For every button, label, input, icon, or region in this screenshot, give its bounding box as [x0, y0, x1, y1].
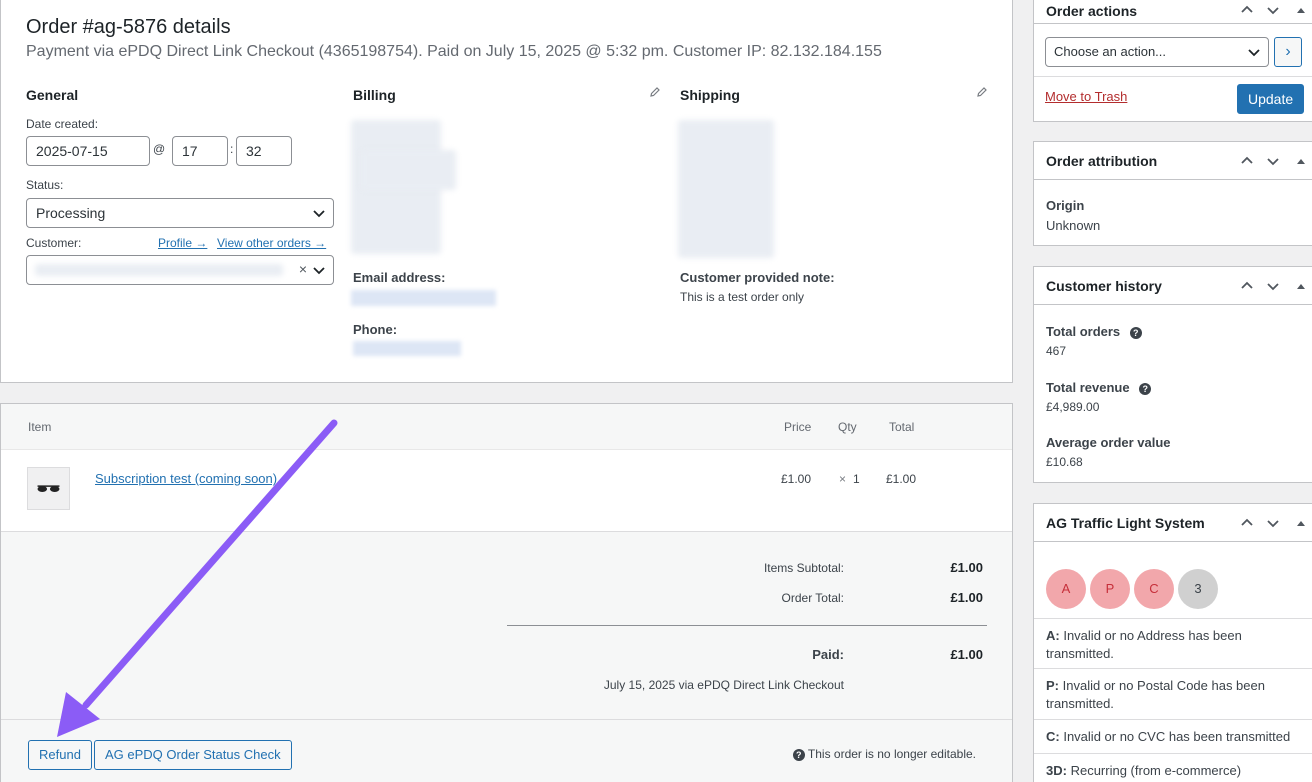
chevron-up-icon[interactable]: [1240, 3, 1254, 17]
legend-postcode: P: Invalid or no Postal Code has been tr…: [1034, 668, 1312, 719]
total-orders-label: Total orders ?: [1046, 324, 1142, 339]
legend-text: Invalid or no Postal Code has been trans…: [1046, 678, 1265, 711]
traffic-light-box: AG Traffic Light System A P C 3 A: Inval…: [1033, 503, 1312, 782]
chevron-down-icon[interactable]: [1266, 279, 1280, 293]
aov-value: £10.68: [1046, 455, 1083, 469]
legend-key: C:: [1046, 729, 1060, 744]
help-icon[interactable]: ?: [1139, 383, 1152, 395]
origin-value: Unknown: [1046, 218, 1101, 233]
move-to-trash-link[interactable]: Move to Trash: [1045, 89, 1127, 104]
legend-cvc: C: Invalid or no CVC has been transmitte…: [1034, 719, 1312, 752]
circle-postcode: P: [1090, 569, 1130, 609]
chevron-down-icon[interactable]: [1266, 154, 1280, 168]
total-revenue-label-text: Total revenue: [1046, 380, 1130, 395]
order-actions-title: Order actions: [1046, 3, 1138, 19]
chevron-up-icon[interactable]: [1240, 279, 1254, 293]
collapse-triangle-icon[interactable]: [1294, 154, 1308, 168]
total-revenue-label: Total revenue ?: [1046, 380, 1152, 395]
order-actions-header: Order actions: [1034, 0, 1312, 24]
legend-text: Invalid or no CVC has been transmitted: [1063, 729, 1291, 744]
customer-history-header: Customer history: [1034, 267, 1312, 305]
order-attribution-header: Order attribution: [1034, 142, 1312, 180]
circle-address: A: [1046, 569, 1086, 609]
total-orders-value: 467: [1046, 344, 1067, 358]
customer-history-box: Customer history Total orders ? 467 Tota…: [1033, 266, 1312, 483]
apply-action-button[interactable]: ›: [1274, 37, 1302, 67]
legend-text: Recurring (from e-commerce): [1070, 763, 1242, 778]
customer-history-title: Customer history: [1046, 278, 1162, 294]
chevron-down-icon[interactable]: [1266, 3, 1280, 17]
legend-address: A: Invalid or no Address has been transm…: [1034, 618, 1312, 669]
collapse-triangle-icon[interactable]: [1294, 279, 1308, 293]
order-attribution-title: Order attribution: [1046, 153, 1158, 169]
help-icon[interactable]: ?: [1129, 327, 1142, 339]
chevron-down-icon: [1248, 49, 1260, 57]
order-attribution-box: Order attribution Origin Unknown: [1033, 141, 1312, 246]
aov-label: Average order value: [1046, 435, 1171, 450]
divider: [1034, 76, 1312, 77]
traffic-light-title: AG Traffic Light System: [1046, 515, 1205, 531]
total-orders-label-text: Total orders: [1046, 324, 1121, 339]
total-revenue-value: £4,989.00: [1046, 400, 1100, 414]
circle-3d: 3: [1178, 569, 1218, 609]
chevron-up-icon[interactable]: [1240, 516, 1254, 530]
collapse-triangle-icon[interactable]: [1294, 3, 1308, 17]
legend-3d: 3D: Recurring (from e-commerce): [1034, 753, 1312, 782]
chevron-down-icon[interactable]: [1266, 516, 1280, 530]
legend-key: A:: [1046, 628, 1060, 643]
legend-key: 3D:: [1046, 763, 1067, 778]
traffic-light-header: AG Traffic Light System: [1034, 504, 1312, 542]
collapse-triangle-icon[interactable]: [1294, 516, 1308, 530]
circle-cvc: C: [1134, 569, 1174, 609]
order-action-select[interactable]: Choose an action...: [1045, 37, 1269, 67]
legend-key: P:: [1046, 678, 1059, 693]
update-button[interactable]: Update: [1237, 84, 1305, 114]
order-actions-box: Order actions Choose an action... › Move…: [1033, 0, 1312, 122]
order-action-value: Choose an action...: [1054, 44, 1167, 59]
origin-label: Origin: [1046, 198, 1085, 213]
chevron-up-icon[interactable]: [1240, 154, 1254, 168]
legend-text: Invalid or no Address has been transmitt…: [1046, 628, 1242, 661]
traffic-circles: A P C 3: [1034, 542, 1312, 622]
